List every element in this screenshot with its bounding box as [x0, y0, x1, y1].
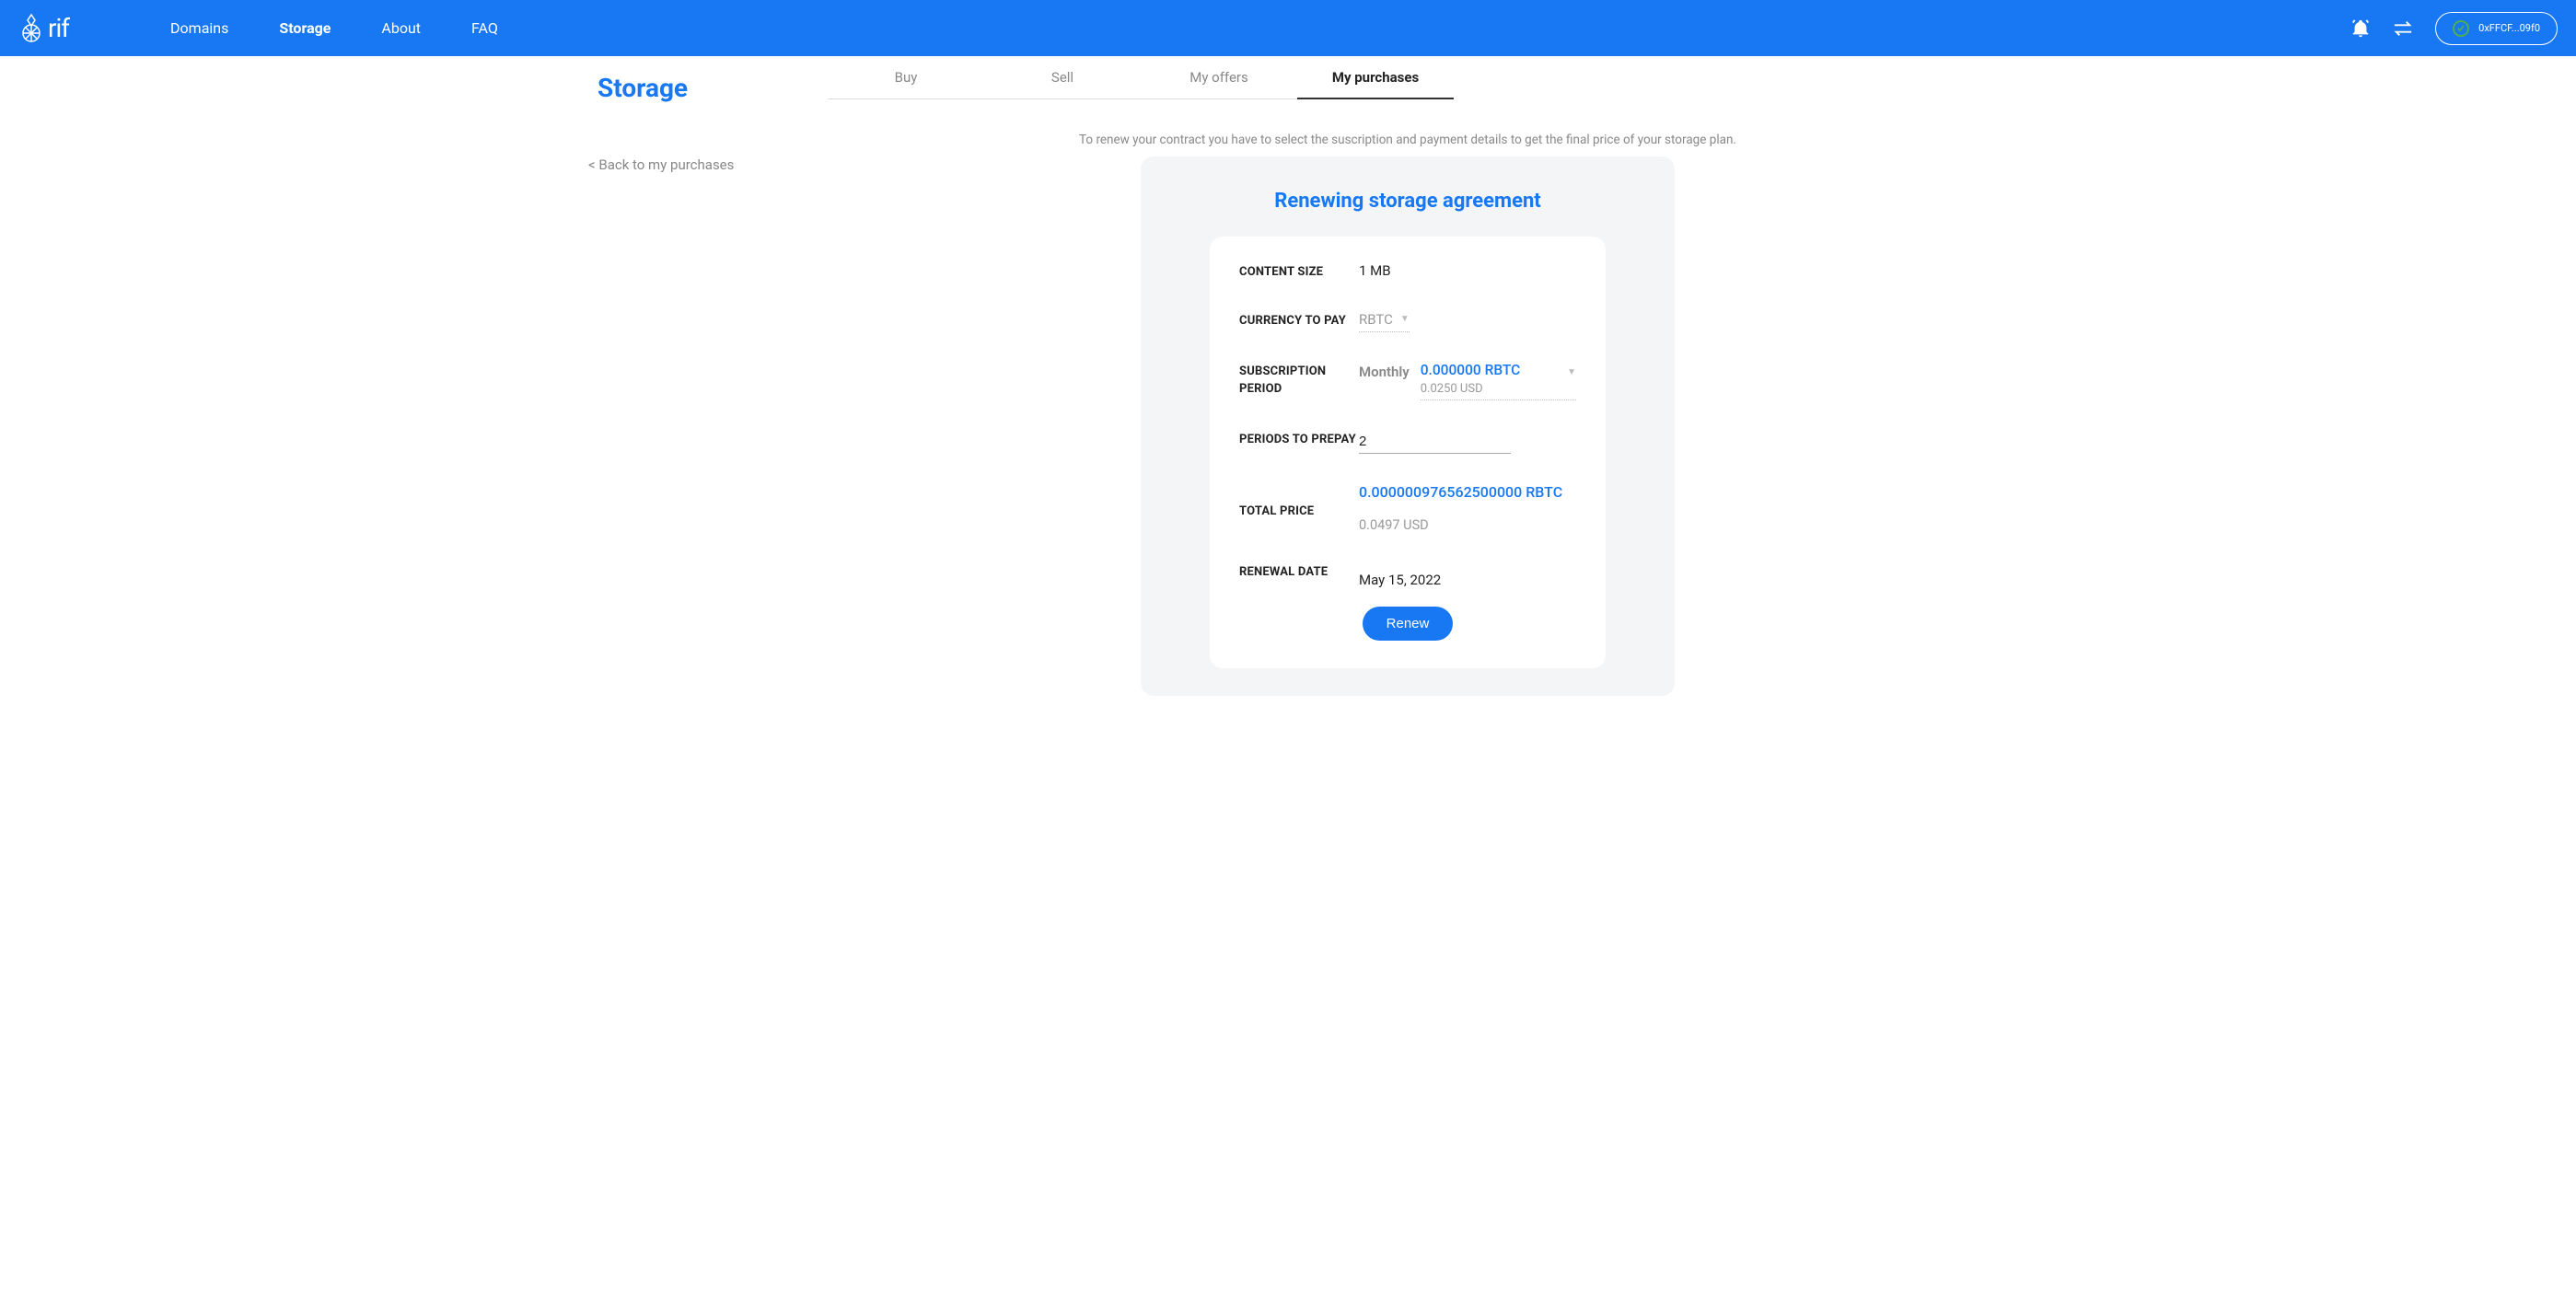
storage-tabs: Buy Sell My offers My purchases: [828, 56, 1454, 99]
subscription-period-label: SUBSCRIPTION PERIOD: [1239, 362, 1359, 399]
renew-button[interactable]: Renew: [1363, 607, 1454, 641]
row-content-size: CONTENT SIZE 1 MB: [1239, 262, 1576, 282]
renew-card: Renewing storage agreement CONTENT SIZE …: [1141, 156, 1675, 696]
periods-prepay-label: PERIODS TO PREPAY: [1239, 430, 1359, 449]
tab-my-purchases[interactable]: My purchases: [1297, 56, 1454, 98]
tab-my-offers[interactable]: My offers: [1141, 56, 1297, 98]
chevron-down-icon: ▼: [1567, 362, 1576, 377]
nav-faq[interactable]: FAQ: [471, 16, 498, 40]
card-title: Renewing storage agreement: [1159, 190, 1656, 213]
row-renewal-date: RENEWAL DATE May 15, 2022: [1239, 562, 1576, 588]
brand-name: rif: [48, 13, 69, 43]
content-size-label: CONTENT SIZE: [1239, 262, 1359, 282]
total-price-value: 0.000000976562500000 RBTC: [1359, 483, 1576, 501]
subscription-price: 0.000000 RBTC: [1421, 362, 1558, 378]
row-periods-prepay: PERIODS TO PREPAY: [1239, 430, 1576, 454]
subscription-interval: Monthly: [1359, 362, 1410, 380]
currency-select[interactable]: RBTC ▼: [1359, 311, 1410, 332]
renewal-date-value: May 15, 2022: [1359, 562, 1576, 588]
total-price-usd: 0.0497 USD: [1359, 517, 1576, 533]
periods-prepay-input[interactable]: [1359, 430, 1511, 454]
currency-value: RBTC: [1359, 311, 1393, 328]
app-header: rif Domains Storage About FAQ 0xFFCF...0…: [0, 0, 2576, 56]
nav-storage[interactable]: Storage: [279, 16, 331, 40]
nav-about[interactable]: About: [381, 16, 421, 40]
wallet-address: 0xFFCF...09f0: [2478, 22, 2540, 34]
row-subscription-period: SUBSCRIPTION PERIOD Monthly 0.000000 RBT…: [1239, 362, 1576, 400]
header-right: 0xFFCF...09f0: [2350, 12, 2558, 45]
tab-buy[interactable]: Buy: [828, 56, 984, 98]
tab-sell[interactable]: Sell: [984, 56, 1141, 98]
primary-nav: Domains Storage About FAQ: [170, 16, 498, 40]
left-sidebar: Storage < Back to my purchases: [588, 56, 828, 733]
renewal-date-label: RENEWAL DATE: [1239, 562, 1359, 582]
notifications-icon[interactable]: [2350, 18, 2371, 39]
header-left: rif Domains Storage About FAQ: [18, 13, 498, 44]
nav-domains[interactable]: Domains: [170, 16, 228, 40]
chevron-down-icon: ▼: [1400, 314, 1410, 324]
currency-label: CURRENCY TO PAY: [1239, 311, 1359, 330]
main-column: Buy Sell My offers My purchases To renew…: [828, 56, 1988, 733]
back-to-purchases-link[interactable]: < Back to my purchases: [588, 156, 828, 173]
row-total-price: TOTAL PRICE 0.000000976562500000 RBTC 0.…: [1239, 483, 1576, 533]
subscription-price-usd: 0.0250 USD: [1421, 382, 1558, 396]
brand-logo[interactable]: rif: [18, 13, 69, 44]
page-title: Storage: [598, 73, 828, 103]
renew-form: CONTENT SIZE 1 MB CURRENCY TO PAY RBTC ▼…: [1210, 237, 1606, 668]
total-price-label: TOTAL PRICE: [1239, 483, 1359, 521]
rif-logo-icon: [18, 13, 44, 44]
content: Storage < Back to my purchases Buy Sell …: [570, 56, 2006, 733]
instruction-text: To renew your contract you have to selec…: [828, 133, 1988, 147]
row-currency: CURRENCY TO PAY RBTC ▼: [1239, 311, 1576, 332]
check-circle-icon: [2453, 20, 2469, 37]
wallet-button[interactable]: 0xFFCF...09f0: [2435, 12, 2558, 45]
subscription-price-select[interactable]: 0.000000 RBTC 0.0250 USD ▼: [1421, 362, 1576, 400]
content-size-value: 1 MB: [1359, 262, 1576, 279]
swap-icon[interactable]: [2393, 20, 2413, 37]
